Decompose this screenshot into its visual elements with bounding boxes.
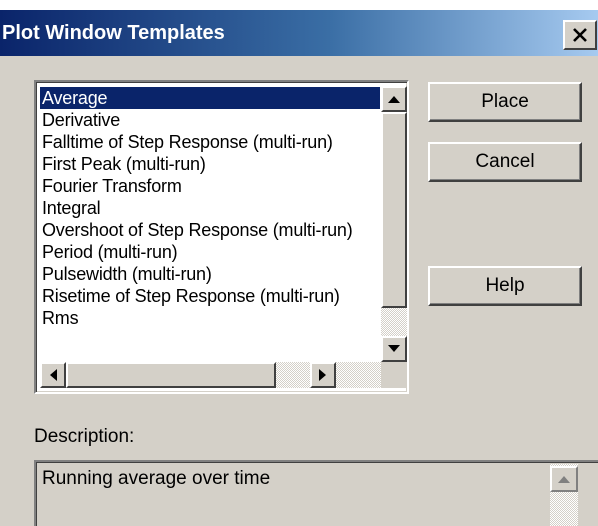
list-item-rms[interactable]: Rms [40, 307, 380, 329]
place-button[interactable]: Place [428, 82, 582, 122]
cancel-button[interactable]: Cancel [428, 142, 582, 182]
list-item-falltime[interactable]: Falltime of Step Response (multi-run) [40, 131, 380, 153]
arrow-left-icon [50, 369, 57, 381]
scroll-left-button[interactable] [40, 362, 66, 388]
horizontal-scroll-thumb[interactable] [66, 362, 276, 388]
window-title: Plot Window Templates [2, 22, 225, 44]
plot-window-templates-dialog: Plot Window Templates Average Derivative… [0, 10, 598, 526]
list-item-fourier-transform[interactable]: Fourier Transform [40, 175, 380, 197]
list-item-pulsewidth[interactable]: Pulsewidth (multi-run) [40, 263, 380, 285]
description-box: Running average over time [34, 460, 598, 526]
scroll-up-button[interactable] [381, 86, 407, 112]
description-scroll-up-button[interactable] [550, 466, 578, 492]
list-item-risetime[interactable]: Risetime of Step Response (multi-run) [40, 285, 380, 307]
list-item-period[interactable]: Period (multi-run) [40, 241, 380, 263]
list-item-derivative[interactable]: Derivative [40, 109, 380, 131]
arrow-up-icon [558, 476, 570, 483]
description-scrollbar[interactable] [550, 464, 578, 526]
title-bar: Plot Window Templates [0, 10, 598, 56]
template-list: Average Derivative Falltime of Step Resp… [40, 87, 380, 357]
description-label: Description: [34, 426, 135, 447]
arrow-up-icon [388, 96, 400, 103]
arrow-down-icon [388, 345, 400, 352]
list-vertical-scrollbar[interactable] [381, 86, 407, 362]
scroll-right-button[interactable] [310, 362, 336, 388]
arrow-right-icon [319, 369, 326, 381]
vertical-scroll-thumb[interactable] [381, 112, 407, 308]
list-item-average[interactable]: Average [40, 87, 380, 109]
description-text: Running average over time [42, 468, 271, 489]
list-horizontal-scrollbar[interactable] [40, 362, 381, 388]
scroll-down-button[interactable] [381, 336, 407, 362]
list-item-overshoot[interactable]: Overshoot of Step Response (multi-run) [40, 219, 380, 241]
template-listbox[interactable]: Average Derivative Falltime of Step Resp… [34, 80, 409, 394]
close-button[interactable] [563, 20, 597, 50]
scrollbar-corner [381, 362, 407, 388]
list-item-integral[interactable]: Integral [40, 197, 380, 219]
help-button[interactable]: Help [428, 266, 582, 306]
close-icon [573, 28, 587, 42]
list-item-first-peak[interactable]: First Peak (multi-run) [40, 153, 380, 175]
